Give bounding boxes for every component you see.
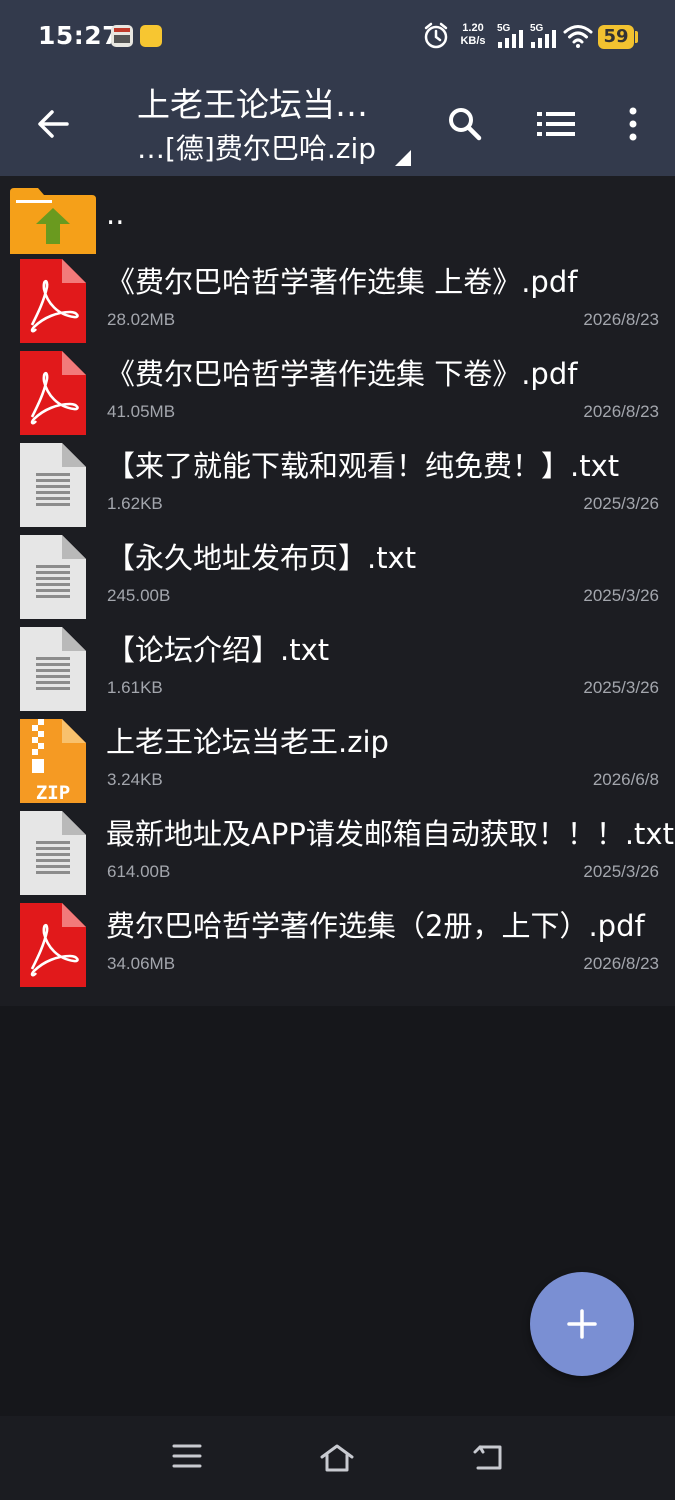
- signal-icon: 5G: [497, 23, 523, 48]
- file-size: 28.02MB: [107, 310, 176, 329]
- zip-icon-label: ZIP: [36, 782, 70, 803]
- file-date: 2025/3/26: [583, 494, 659, 513]
- text-file-icon: [20, 627, 86, 711]
- file-size: 614.00B: [107, 862, 171, 881]
- file-date: 2025/3/26: [583, 586, 659, 605]
- more-vert-icon[interactable]: [627, 106, 639, 142]
- parent-folder-row[interactable]: ..: [0, 176, 675, 258]
- file-row-txt[interactable]: 最新地址及APP请发邮箱自动获取！！！.txt 614.00B 2025/3/2…: [0, 806, 675, 898]
- file-date: 2025/3/26: [583, 862, 659, 881]
- home-icon[interactable]: [319, 1443, 355, 1473]
- app-notification-icon: [111, 25, 133, 47]
- file-row-zip[interactable]: ZIP 上老王论坛当老王.zip 3.24KB 2026/6/8: [0, 714, 675, 806]
- file-name: 费尔巴哈哲学著作选集（2册，上下）.pdf: [106, 909, 645, 943]
- file-size: 3.24KB: [107, 770, 163, 789]
- file-row-pdf[interactable]: 《费尔巴哈哲学著作选集 下卷》.pdf 41.05MB 2026/8/23: [0, 346, 675, 438]
- header: 15:27 1.20 KB/s 5G 5G 59 上老王论坛当… …[德]费尔巴…: [0, 0, 675, 176]
- file-date: 2025/3/26: [583, 678, 659, 697]
- file-date: 2026/8/23: [583, 310, 659, 329]
- file-name: 上老王论坛当老王.zip: [106, 725, 389, 759]
- file-name: 【来了就能下载和观看！纯免费！】.txt: [106, 449, 620, 483]
- text-file-icon: [20, 535, 86, 619]
- file-date: 2026/8/23: [583, 402, 659, 421]
- signal-label: 5G: [530, 23, 544, 34]
- dropdown-triangle-icon[interactable]: [393, 148, 413, 168]
- status-bar: 15:27 1.20 KB/s 5G 5G 59: [0, 0, 675, 74]
- pdf-file-icon: [20, 903, 86, 987]
- signal-icon: 5G: [530, 23, 556, 48]
- signal-label: 5G: [497, 23, 511, 34]
- file-name: 《费尔巴哈哲学著作选集 下卷》.pdf: [106, 357, 578, 391]
- page-title: 上老王论坛当…: [137, 85, 368, 124]
- battery-tip: [635, 31, 638, 43]
- pdf-file-icon: [20, 351, 86, 435]
- pdf-file-icon: [20, 259, 86, 343]
- file-size: 34.06MB: [107, 954, 176, 973]
- file-row-pdf[interactable]: 费尔巴哈哲学著作选集（2册，上下）.pdf 34.06MB 2026/8/23: [0, 898, 675, 990]
- add-icon: [567, 1309, 597, 1339]
- file-name: 《费尔巴哈哲学著作选集 上卷》.pdf: [106, 265, 578, 299]
- menu-icon[interactable]: [172, 1443, 202, 1469]
- file-name: 【永久地址发布页】.txt: [106, 541, 417, 575]
- file-name: 【论坛介绍】.txt: [106, 633, 330, 667]
- file-name: ..: [106, 197, 125, 231]
- file-row-txt[interactable]: 【永久地址发布页】.txt 245.00B 2025/3/26: [0, 530, 675, 622]
- back-arrow-icon[interactable]: [36, 108, 70, 140]
- file-date: 2026/6/8: [592, 770, 659, 789]
- file-date: 2026/8/23: [583, 954, 659, 973]
- alarm-icon: [424, 22, 448, 49]
- file-size: 245.00B: [107, 586, 171, 605]
- file-row-txt[interactable]: 【来了就能下载和观看！纯免费！】.txt 1.62KB 2025/3/26: [0, 438, 675, 530]
- text-file-icon: [20, 443, 86, 527]
- file-row-txt[interactable]: 【论坛介绍】.txt 1.61KB 2025/3/26: [0, 622, 675, 714]
- back-icon[interactable]: [472, 1443, 504, 1471]
- add-button[interactable]: [530, 1272, 634, 1376]
- network-speed-value: 1.20: [462, 22, 484, 34]
- app-bar: 上老王论坛当… …[德]费尔巴哈.zip: [0, 74, 675, 176]
- search-icon[interactable]: [447, 106, 483, 142]
- status-time: 15:27: [38, 21, 121, 50]
- folder-up-icon: [10, 188, 96, 258]
- file-row-pdf[interactable]: 《费尔巴哈哲学著作选集 上卷》.pdf 28.02MB 2026/8/23: [0, 254, 675, 346]
- network-speed-unit: KB/s: [460, 35, 486, 47]
- file-size: 1.62KB: [107, 494, 163, 513]
- file-name: 最新地址及APP请发邮箱自动获取！！！.txt: [106, 817, 674, 851]
- network-speed: 1.20 KB/s: [457, 22, 489, 48]
- text-file-icon: [20, 811, 86, 895]
- zip-file-icon: ZIP: [20, 719, 86, 803]
- wifi-icon: [563, 25, 593, 48]
- list-view-icon[interactable]: [537, 111, 575, 137]
- file-size: 41.05MB: [107, 402, 176, 421]
- notes-app-icon: [140, 25, 162, 47]
- page-subtitle[interactable]: …[德]费尔巴哈.zip: [137, 130, 407, 168]
- file-size: 1.61KB: [107, 678, 163, 697]
- navigation-bar: [0, 1416, 675, 1500]
- file-list: .. 《费尔巴哈哲学著作选集 上卷》.pdf 28.02MB 2026/8/23…: [0, 176, 675, 990]
- battery-icon: 59: [598, 25, 634, 49]
